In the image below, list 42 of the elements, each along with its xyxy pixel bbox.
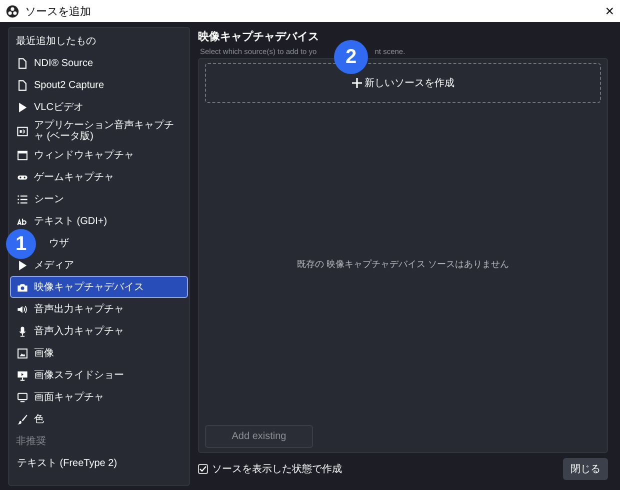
section-header: 非推奨: [15, 434, 47, 449]
source-item[interactable]: Spout2 Capture: [10, 74, 188, 96]
checkbox-label: ソースを表示した状態で作成: [212, 462, 342, 476]
source-item[interactable]: 音声入力キャプチャ: [10, 320, 188, 342]
source-item[interactable]: ゲームキャプチャ: [10, 166, 188, 188]
panel-title: 映像キャプチャデバイス: [198, 30, 320, 44]
source-item[interactable]: 音声出力キャプチャ: [10, 298, 188, 320]
source-item[interactable]: ウザ: [49, 238, 69, 248]
monitor-icon: [17, 392, 28, 402]
file-icon: [17, 80, 28, 90]
source-item[interactable]: 画像スライドショー: [10, 364, 188, 386]
source-item[interactable]: アプリケーション音声キャプチャ (ベータ版): [10, 118, 188, 144]
close-button[interactable]: ×: [605, 4, 614, 18]
camera-icon: [17, 282, 28, 292]
empty-message: 既存の 映像キャプチャデバイス ソースはありません: [296, 258, 509, 270]
plus-icon: [352, 78, 362, 88]
source-item[interactable]: 画面キャプチャ: [10, 386, 188, 408]
brush-icon: [17, 414, 28, 424]
image-icon: [17, 348, 28, 358]
checkbox[interactable]: [198, 464, 208, 474]
window-icon: [17, 150, 28, 160]
source-item[interactable]: 色: [10, 408, 188, 430]
source-item[interactable]: テキスト (GDI+): [10, 210, 188, 232]
source-item[interactable]: VLCビデオ: [10, 96, 188, 118]
source-item[interactable]: 画像: [10, 342, 188, 364]
source-item[interactable]: シーン: [10, 188, 188, 210]
speaker-icon: [17, 304, 28, 314]
source-item[interactable]: 映像キャプチャデバイス: [10, 276, 188, 298]
source-item[interactable]: ウィンドウキャプチャ: [10, 144, 188, 166]
callout-badge: 2: [334, 40, 368, 74]
mic-icon: [17, 326, 28, 336]
app-logo-icon: [6, 4, 19, 18]
source-item[interactable]: テキスト (FreeType 2): [10, 452, 188, 474]
file-icon: [17, 58, 28, 68]
slideshow-icon: [17, 370, 28, 380]
close-dialog-button[interactable]: 閉じる: [563, 458, 608, 480]
window-title: ソースを追加: [25, 4, 92, 18]
section-header: 最近追加したもの: [15, 34, 97, 49]
app-audio-icon: [17, 126, 28, 136]
source-item[interactable]: NDI® Source: [10, 52, 188, 74]
list-icon: [17, 194, 28, 204]
play-icon: [17, 102, 28, 112]
